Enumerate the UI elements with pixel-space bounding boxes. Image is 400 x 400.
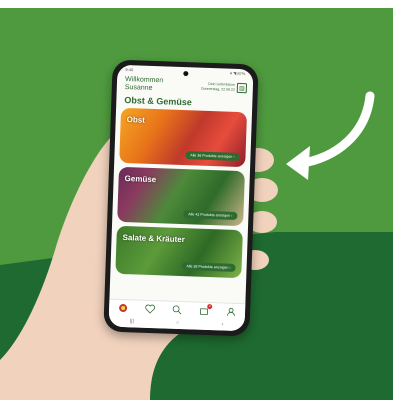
category-card-salate[interactable]: Salate & Kräuter Alle 28 Produkte anzeig… [115, 225, 243, 279]
camera-icon [183, 71, 189, 77]
arrow-icon [286, 91, 375, 180]
category-card-obst[interactable]: Obst Alle 36 Produkte anzeigen › [119, 107, 248, 168]
heart-icon[interactable] [145, 303, 155, 314]
calendar-icon[interactable]: ▥ [236, 82, 248, 94]
category-label: Salate & Kräuter [122, 232, 185, 245]
recent-apps-icon[interactable]: ||| [130, 318, 134, 324]
delivery-info[interactable]: Dein Lieferdatum Donnerstag, 22.09.22 ▥ [201, 79, 248, 97]
category-label: Obst [126, 115, 146, 125]
greeting: Willkommen Susanne [125, 76, 164, 93]
status-indicators: ▾ ◥ 87% [229, 70, 246, 77]
home-button-icon[interactable]: ○ [176, 320, 179, 326]
phone-screen: 9:40 ▾ ◥ 87% Willkommen Susanne Dein Lie… [108, 64, 254, 332]
search-icon[interactable] [172, 304, 182, 314]
profile-icon[interactable] [226, 306, 236, 316]
promo-scene: 9:40 ▾ ◥ 87% Willkommen Susanne Dein Lie… [0, 0, 400, 400]
show-products-button[interactable]: Alle 36 Produkte anzeigen › [185, 151, 240, 162]
cart-icon[interactable]: 2 [199, 303, 213, 315]
category-card-gemuese[interactable]: Gemüse Alle 42 Produkte anzeigen › [117, 166, 245, 227]
phone-device: 9:40 ▾ ◥ 87% Willkommen Susanne Dein Lie… [103, 59, 259, 337]
back-icon[interactable]: ‹ [222, 321, 224, 327]
category-label: Gemüse [124, 174, 157, 185]
show-products-button[interactable]: Alle 28 Produkte anzeigen › [181, 262, 236, 272]
status-time: 9:40 [125, 66, 134, 73]
cart-badge: 2 [207, 303, 213, 309]
delivery-date: Donnerstag, 22.09.22 [201, 86, 235, 92]
delivery-text: Dein Lieferdatum Donnerstag, 22.09.22 [201, 82, 235, 93]
show-products-button[interactable]: Alle 42 Produkte anzeigen › [183, 210, 238, 220]
home-icon[interactable] [118, 302, 128, 312]
greeting-name: Susanne [124, 83, 153, 92]
